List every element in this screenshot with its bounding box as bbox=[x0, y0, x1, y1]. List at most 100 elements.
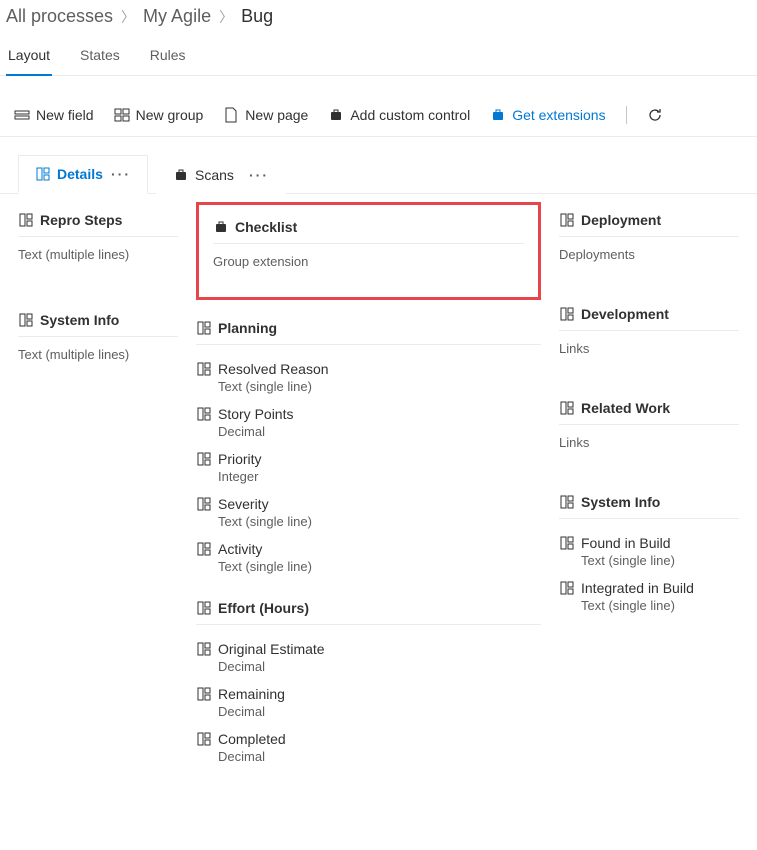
field-type: Decimal bbox=[196, 424, 541, 439]
group[interactable]: Effort (Hours) Original Estimate Decimal Re… bbox=[196, 586, 541, 776]
group-subtext: Links bbox=[559, 435, 739, 450]
group-subtext: Text (multiple lines) bbox=[18, 247, 178, 262]
group-title: Deployment bbox=[581, 212, 661, 228]
group[interactable]: Planning Resolved Reason Text (single line… bbox=[196, 306, 541, 586]
group-icon bbox=[196, 320, 212, 336]
group-title: Development bbox=[581, 306, 669, 322]
group-title: Related Work bbox=[581, 400, 670, 416]
field-row[interactable]: Remaining bbox=[196, 680, 541, 704]
field-name: Integrated in Build bbox=[581, 580, 694, 596]
field-name: Resolved Reason bbox=[218, 361, 329, 377]
group-icon bbox=[559, 306, 575, 322]
group-icon bbox=[18, 212, 34, 228]
field-row[interactable]: Original Estimate bbox=[196, 635, 541, 659]
new-group-button[interactable]: New group bbox=[114, 107, 204, 123]
page-tabs: Details ··· Scans ··· bbox=[0, 137, 757, 194]
toolbar-label: New field bbox=[36, 107, 94, 123]
field-row[interactable]: Completed bbox=[196, 725, 541, 749]
field-name: Original Estimate bbox=[218, 641, 325, 657]
chevron-right-icon: 〉 bbox=[121, 7, 135, 27]
refresh-button[interactable] bbox=[647, 107, 663, 123]
breadcrumb: All processes 〉 My Agile 〉 Bug bbox=[0, 0, 757, 37]
field-name: Severity bbox=[218, 496, 269, 512]
group-title: Planning bbox=[218, 320, 277, 336]
group-system-info-left[interactable]: System Info Text (multiple lines) bbox=[18, 298, 178, 368]
field-icon bbox=[196, 731, 212, 747]
field-row[interactable]: Priority bbox=[196, 445, 541, 469]
field-row[interactable]: Severity bbox=[196, 490, 541, 514]
field-icon bbox=[196, 496, 212, 512]
get-extensions-link[interactable]: Get extensions bbox=[490, 107, 605, 123]
group-repro-steps[interactable]: Repro Steps Text (multiple lines) bbox=[18, 198, 178, 268]
group[interactable]: Related Work Links bbox=[559, 386, 739, 480]
chevron-right-icon: 〉 bbox=[219, 7, 233, 27]
field-row[interactable]: Activity bbox=[196, 535, 541, 559]
page-tab-more-button[interactable]: ··· bbox=[249, 167, 269, 183]
field-type: Text (single line) bbox=[196, 559, 541, 574]
breadcrumb-item-current: Bug bbox=[241, 6, 273, 27]
field-icon bbox=[14, 107, 30, 123]
field-type: Text (single line) bbox=[196, 514, 541, 529]
field-row[interactable]: Found in Build bbox=[559, 529, 739, 553]
group-icon bbox=[559, 400, 575, 416]
extension-icon bbox=[213, 219, 229, 235]
field-icon bbox=[196, 686, 212, 702]
group[interactable]: System Info Found in Build Text (single li… bbox=[559, 480, 739, 625]
group-subtext: Links bbox=[559, 341, 739, 356]
tab-states[interactable]: States bbox=[78, 37, 122, 75]
field-icon bbox=[559, 580, 575, 596]
add-custom-control-button[interactable]: Add custom control bbox=[328, 107, 470, 123]
page-tab-scans[interactable]: Scans ··· bbox=[156, 155, 286, 194]
field-type: Text (single line) bbox=[196, 379, 541, 394]
group-icon bbox=[559, 212, 575, 228]
extension-icon bbox=[490, 107, 506, 123]
field-name: Found in Build bbox=[581, 535, 671, 551]
field-name: Completed bbox=[218, 731, 286, 747]
field-row[interactable]: Resolved Reason bbox=[196, 355, 541, 379]
field-icon bbox=[559, 535, 575, 551]
group[interactable]: Deployment Deployments bbox=[559, 198, 739, 292]
page-tab-details[interactable]: Details ··· bbox=[18, 155, 148, 194]
field-icon bbox=[196, 361, 212, 377]
field-type: Text (single line) bbox=[559, 553, 739, 568]
field-row[interactable]: Integrated in Build bbox=[559, 574, 739, 598]
refresh-icon bbox=[647, 107, 663, 123]
new-field-button[interactable]: New field bbox=[14, 107, 94, 123]
field-type: Decimal bbox=[196, 749, 541, 764]
tab-rules[interactable]: Rules bbox=[148, 37, 188, 75]
group-title: System Info bbox=[40, 312, 119, 328]
group-title: Repro Steps bbox=[40, 212, 122, 228]
new-page-button[interactable]: New page bbox=[223, 107, 308, 123]
field-name: Activity bbox=[218, 541, 262, 557]
page-tab-label: Details bbox=[57, 166, 103, 182]
right-column: DeploymentDeploymentsDevelopmentLinksRel… bbox=[559, 198, 739, 776]
tab-layout[interactable]: Layout bbox=[6, 37, 52, 75]
page-tab-more-button[interactable]: ··· bbox=[111, 166, 131, 182]
group[interactable]: Development Links bbox=[559, 292, 739, 386]
field-name: Remaining bbox=[218, 686, 285, 702]
toolbar-label: New group bbox=[136, 107, 204, 123]
toolbar-label: New page bbox=[245, 107, 308, 123]
page-tab-label: Scans bbox=[195, 167, 234, 183]
field-icon bbox=[196, 451, 212, 467]
toolbar-label: Get extensions bbox=[512, 107, 605, 123]
toolbar: New field New group New page Add custom … bbox=[0, 94, 757, 137]
group-subtext: Deployments bbox=[559, 247, 739, 262]
group-icon bbox=[196, 600, 212, 616]
field-name: Story Points bbox=[218, 406, 293, 422]
field-type: Text (single line) bbox=[559, 598, 739, 613]
group-subtext: Group extension bbox=[213, 254, 524, 269]
page-icon bbox=[223, 107, 239, 123]
middle-column: Checklist Group extension PlanningResolv… bbox=[196, 198, 541, 776]
control-icon bbox=[328, 107, 344, 123]
group-title: System Info bbox=[581, 494, 660, 510]
group-title: Effort (Hours) bbox=[218, 600, 309, 616]
left-column: Repro Steps Text (multiple lines) System… bbox=[18, 198, 178, 776]
field-type: Decimal bbox=[196, 659, 541, 674]
field-icon bbox=[196, 406, 212, 422]
field-icon bbox=[196, 641, 212, 657]
group-icon bbox=[114, 107, 130, 123]
breadcrumb-item[interactable]: All processes bbox=[6, 6, 113, 27]
field-row[interactable]: Story Points bbox=[196, 400, 541, 424]
breadcrumb-item[interactable]: My Agile bbox=[143, 6, 211, 27]
